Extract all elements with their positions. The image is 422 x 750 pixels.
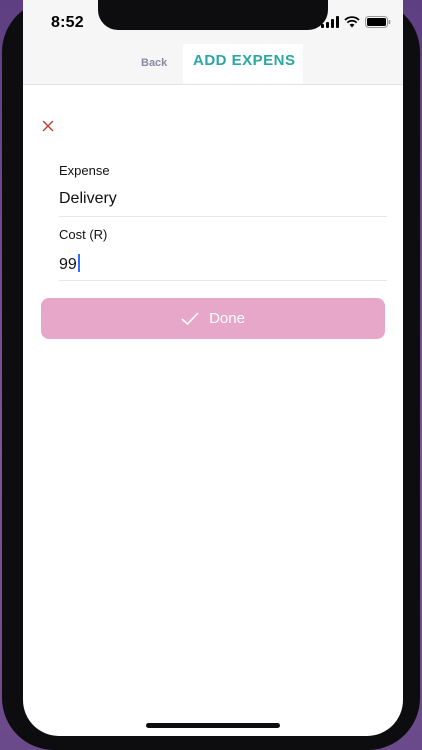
status-icons [321, 15, 391, 29]
done-button[interactable]: Done [41, 298, 385, 339]
expense-underline [59, 216, 387, 217]
expense-field[interactable]: Delivery [59, 190, 117, 208]
back-button[interactable]: Back [141, 57, 167, 69]
status-time: 8:52 [51, 14, 84, 31]
cost-value: 99 [59, 256, 77, 273]
app-screen: 8:52 Back ADD EXPENS Expense Delivery Co… [23, 0, 403, 736]
phone-frame: 8:52 Back ADD EXPENS Expense Delivery Co… [2, 0, 420, 750]
camera-notch [98, 0, 328, 30]
cost-underline [59, 280, 387, 281]
home-indicator [146, 723, 280, 728]
cost-label: Cost (R) [59, 227, 108, 242]
title-container: ADD EXPENS [183, 44, 303, 84]
navigation-bar: Back ADD EXPENS [23, 44, 403, 85]
check-icon [181, 312, 199, 326]
wifi-icon [344, 16, 360, 28]
page-title: ADD EXPENS [193, 52, 296, 69]
close-icon[interactable] [42, 119, 54, 132]
text-caret [77, 254, 80, 272]
done-label: Done [209, 310, 245, 327]
expense-label: Expense [59, 163, 110, 178]
battery-icon [365, 16, 391, 28]
cost-field[interactable]: 99 [59, 254, 80, 274]
